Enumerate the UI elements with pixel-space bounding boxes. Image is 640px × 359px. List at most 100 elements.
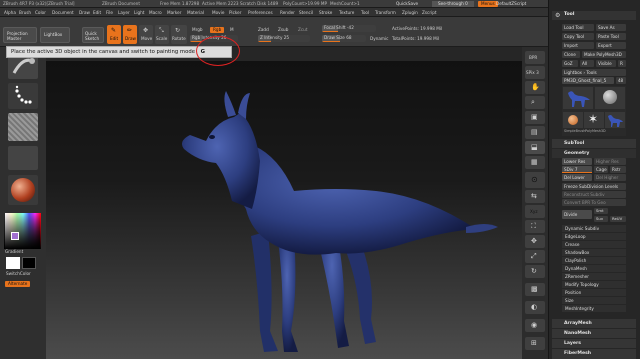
claypolish-row[interactable]: ClayPolish (562, 257, 626, 264)
bpr-button[interactable]: BPR (525, 51, 545, 64)
zoom-button[interactable]: ⌕ (525, 96, 545, 109)
paste-tool-button[interactable]: Paste Tool (596, 33, 626, 40)
switch-color-button[interactable]: SwitchColor (6, 271, 31, 276)
menu-brush[interactable]: Brush (19, 10, 31, 15)
shadowbox-row[interactable]: ShadowBox (562, 249, 626, 256)
color-picker[interactable] (4, 213, 41, 249)
load-tool-button[interactable]: Load Tool (562, 24, 594, 31)
menu-material[interactable]: Material (187, 10, 204, 15)
polyf-button[interactable]: ▩ (525, 283, 545, 296)
menus-button[interactable]: Menus (478, 1, 498, 8)
scale-view-button[interactable]: ⤢ (525, 250, 545, 263)
floor-button[interactable]: ▦ (525, 156, 545, 169)
menu-edit[interactable]: Edit (93, 10, 101, 15)
spix-button[interactable]: SPix 3 (525, 66, 545, 79)
solo-button[interactable]: ◉ (525, 319, 545, 332)
zremesher-row[interactable]: ZRemesher (562, 273, 626, 280)
local-button[interactable]: ⊙ (525, 172, 545, 188)
draw-size-slider[interactable]: Draw Size 68 (322, 35, 366, 42)
quick-sketch-button[interactable]: Quick Sketch (82, 27, 104, 43)
convert-bpr-button[interactable]: Convert BPR To Geo (562, 199, 626, 206)
clone-button[interactable]: Clone (562, 51, 580, 58)
m-toggle[interactable]: M (230, 27, 234, 32)
menu-picker[interactable]: Picker (229, 10, 241, 15)
r-button[interactable]: R (618, 60, 626, 67)
menu-transform[interactable]: Transform (375, 10, 396, 15)
divide-button[interactable]: Divide (562, 210, 592, 219)
menu-preferences[interactable]: Preferences (248, 10, 273, 15)
zadd-toggle[interactable]: Zadd (258, 27, 269, 32)
menu-render[interactable]: Render (280, 10, 295, 15)
cage-button[interactable]: Cage (594, 166, 608, 173)
menu-alpha[interactable]: Alpha (4, 10, 16, 15)
thumb-ghost[interactable] (563, 87, 593, 109)
del-higher-button[interactable]: Del Higher (594, 174, 626, 181)
smt-toggle[interactable]: Smt (594, 208, 608, 214)
frame-button[interactable]: ⛶ (525, 220, 545, 233)
tool-header[interactable]: ⚙ Tool (552, 11, 636, 20)
edit-button[interactable]: ✎ Edit (107, 25, 121, 44)
import-button[interactable]: Import (562, 42, 594, 49)
del-lower-button[interactable]: Del Lower (562, 174, 592, 181)
stroke-thumbnail[interactable] (8, 83, 38, 109)
crease-row[interactable]: Crease (562, 241, 626, 248)
edgeloop-row[interactable]: EdgeLoop (562, 233, 626, 240)
menu-tool[interactable]: Tool (361, 10, 369, 15)
nanomesh-section[interactable]: NanoMesh (552, 329, 636, 338)
quicksave-button[interactable]: QuickSave (396, 1, 418, 6)
scale-button[interactable]: ⤡ Scale (155, 25, 169, 44)
sdiv-slider[interactable]: SDiv 7 (562, 166, 592, 173)
dynamesh-row[interactable]: DynaMesh (562, 265, 626, 272)
move-view-button[interactable]: ✥ (525, 235, 545, 248)
aahalf-button[interactable]: ▤ (525, 126, 545, 139)
menu-document[interactable]: Document (52, 10, 74, 15)
lower-res-button[interactable]: Lower Res (562, 158, 592, 165)
see-through-slider[interactable]: See-through 0 (432, 1, 474, 8)
visible-button[interactable]: Visible (596, 60, 616, 67)
menu-stencil[interactable]: Stencil (299, 10, 313, 15)
alpha-thumbnail[interactable] (8, 113, 38, 141)
xpose-button[interactable]: ⊞ (525, 337, 545, 350)
canvas-area[interactable] (46, 47, 522, 359)
texture-thumbnail[interactable] (8, 146, 38, 170)
menu-file[interactable]: File (106, 10, 113, 15)
fibermesh-section[interactable]: FiberMesh (552, 349, 636, 359)
projection-master-button[interactable]: Projection Master (3, 27, 37, 43)
suv-toggle[interactable]: Suv (594, 216, 608, 222)
reconstruct-subdiv-button[interactable]: Reconstruct Subdiv (562, 191, 626, 198)
dynamic-toggle[interactable]: Dynamic (370, 36, 388, 41)
scroll-button[interactable]: ✋ (525, 81, 545, 94)
thumb-polymesh[interactable]: ✶ (584, 112, 604, 128)
transp-button[interactable]: ◐ (525, 301, 545, 314)
menu-marker[interactable]: Marker (167, 10, 181, 15)
size-row[interactable]: Size (562, 297, 626, 304)
xyz-button[interactable]: Xyz (525, 205, 545, 218)
menu-light[interactable]: Light (134, 10, 144, 15)
reuv-toggle[interactable]: ReUV (610, 216, 626, 222)
z-intensity-slider[interactable]: Z Intensity 25 (258, 35, 310, 42)
persp-button[interactable]: ⬓ (525, 141, 545, 154)
default-script-button[interactable]: DefaultZScript (496, 1, 526, 6)
all-button[interactable]: All (580, 60, 594, 67)
position-row[interactable]: Position (562, 289, 626, 296)
deer-model[interactable] (46, 61, 522, 359)
geometry-section[interactable]: Geometry (552, 149, 636, 158)
menu-zscript[interactable]: Zscript (422, 10, 437, 15)
save-as-button[interactable]: Save As (596, 24, 626, 31)
current-tool-slider[interactable]: PM3D_Ghost_final_5 (562, 77, 614, 84)
copy-tool-button[interactable]: Copy Tool (562, 33, 594, 40)
goz-button[interactable]: GoZ (562, 60, 578, 67)
layers-section[interactable]: Layers (552, 339, 636, 348)
secondary-color[interactable] (22, 257, 36, 269)
alternate-button[interactable]: Alternate (5, 281, 31, 288)
rotate-view-button[interactable]: ↻ (525, 265, 545, 278)
material-thumbnail[interactable] (8, 175, 38, 205)
modify-topology-row[interactable]: Modify Topology (562, 281, 626, 288)
draw-button[interactable]: ✏ Draw (123, 25, 137, 44)
thumb-ghost-final[interactable] (605, 112, 625, 128)
rstr-button[interactable]: Rstr (610, 166, 626, 173)
menu-texture[interactable]: Texture (339, 10, 354, 15)
meshintegrity-row[interactable]: MeshIntegrity (562, 305, 626, 312)
menu-macro[interactable]: Macro (149, 10, 162, 15)
make-polymesh-button[interactable]: Make PolyMesh3D (582, 51, 626, 58)
